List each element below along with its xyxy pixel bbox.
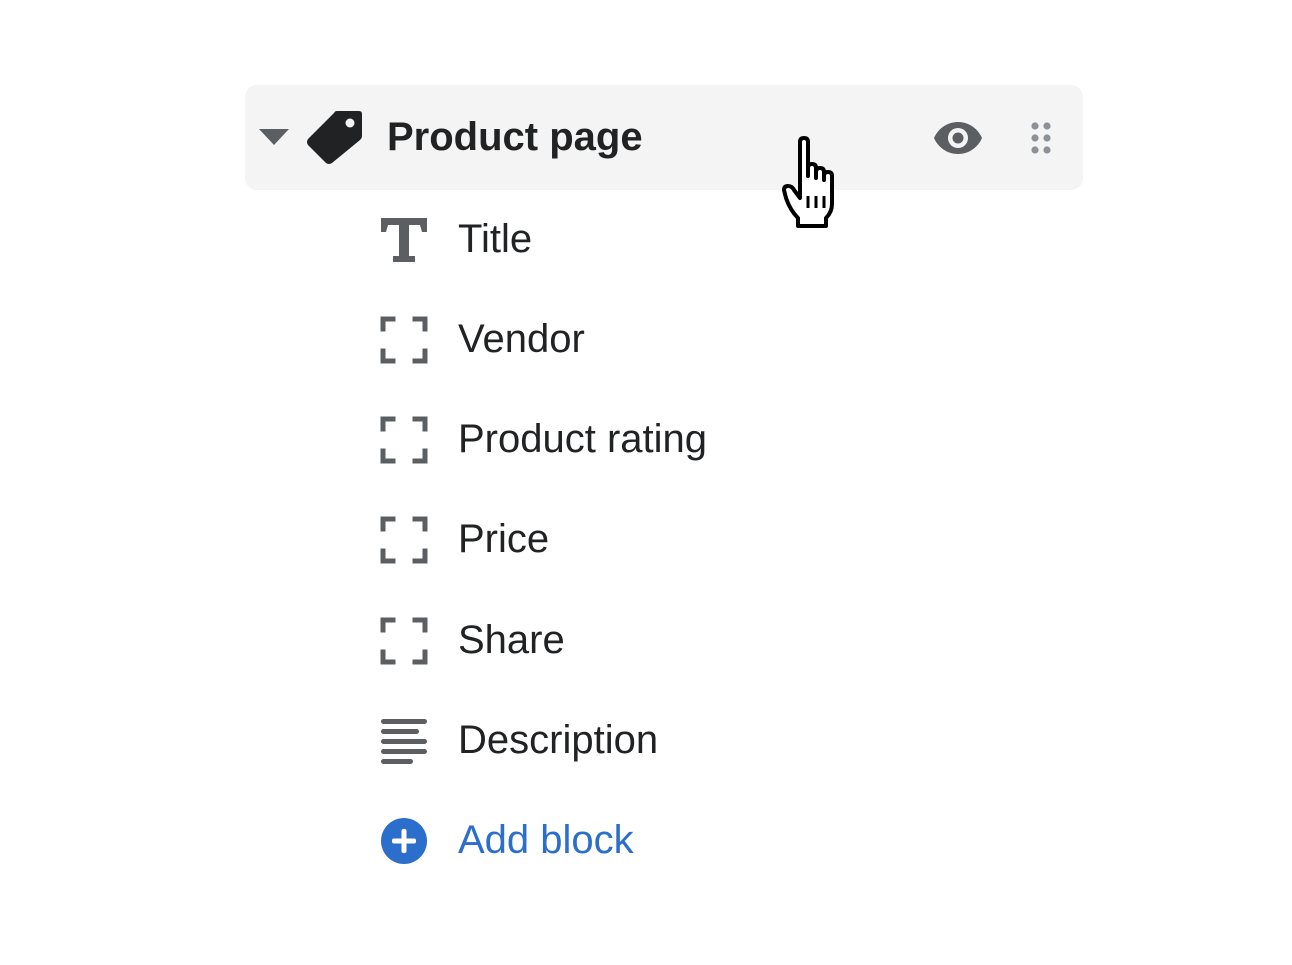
block-label: Title xyxy=(458,217,533,261)
tag-icon xyxy=(307,111,362,164)
block-label: Description xyxy=(458,718,659,762)
section-header-product-page[interactable]: Product page xyxy=(245,85,1083,190)
block-item-price[interactable]: Price xyxy=(380,509,1000,569)
dashed-frame-icon xyxy=(380,316,428,364)
text-align-left-icon xyxy=(381,719,427,764)
eye-icon[interactable] xyxy=(933,119,983,157)
add-block-label: Add block xyxy=(458,818,634,862)
block-label: Share xyxy=(458,618,565,662)
block-item-description[interactable]: Description xyxy=(380,710,1000,770)
dashed-frame-icon xyxy=(380,617,428,665)
caret-down-icon[interactable] xyxy=(259,129,289,147)
dashed-frame-icon xyxy=(380,416,428,464)
block-item-vendor[interactable]: Vendor xyxy=(380,309,1000,369)
block-label: Product rating xyxy=(458,417,708,461)
block-item-product-rating[interactable]: Product rating xyxy=(380,409,1000,469)
add-block-button[interactable]: Add block xyxy=(380,810,1000,870)
hand-pointer-cursor-icon xyxy=(782,136,834,228)
drag-handle-icon[interactable] xyxy=(1029,121,1053,157)
block-item-share[interactable]: Share xyxy=(380,610,1000,670)
section-title[interactable]: Product page xyxy=(387,112,643,162)
text-title-icon xyxy=(381,218,427,262)
circle-plus-icon xyxy=(381,818,427,864)
block-item-title[interactable]: Title xyxy=(380,209,1000,269)
block-label: Price xyxy=(458,517,550,561)
block-label: Vendor xyxy=(458,317,585,361)
dashed-frame-icon xyxy=(380,516,428,564)
